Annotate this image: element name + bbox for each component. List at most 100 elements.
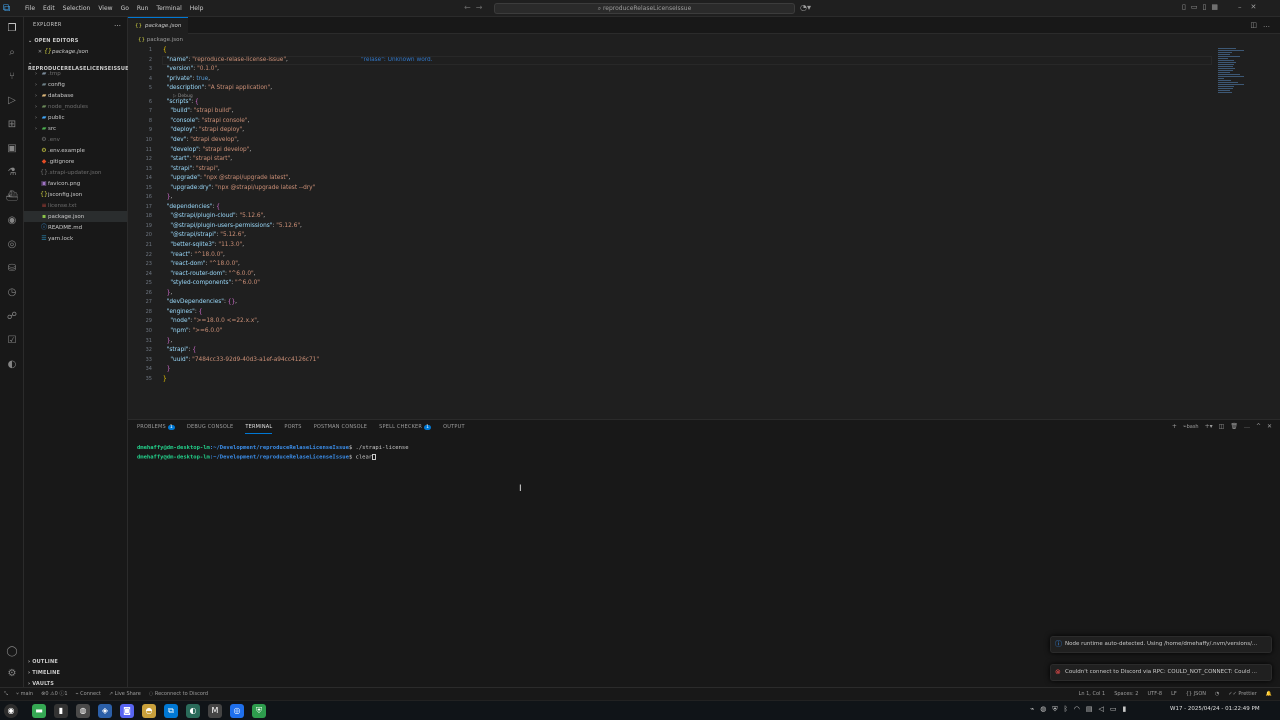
menu-file[interactable]: File bbox=[21, 0, 39, 17]
menu-run[interactable]: Run bbox=[133, 0, 153, 17]
tree-file-yarn-lock[interactable]: ☰yarn.lock bbox=[24, 233, 127, 244]
tab-spell-checker[interactable]: SPELL CHECKER 1 bbox=[379, 424, 432, 434]
shield-app-icon[interactable]: ⛨ bbox=[252, 704, 266, 718]
tab-problems[interactable]: PROBLEMS 1 bbox=[137, 424, 175, 434]
files-app-icon[interactable]: ▬ bbox=[32, 704, 46, 718]
customize-layout-icon[interactable]: ▦ bbox=[1211, 3, 1218, 11]
postman-icon[interactable]: ◎ bbox=[5, 238, 19, 252]
problems-status[interactable]: ⊗0 ⚠0 ⓘ1 bbox=[41, 688, 67, 700]
sync-app-icon[interactable]: ◎ bbox=[230, 704, 244, 718]
maximize-panel-icon[interactable]: ^ bbox=[1256, 423, 1261, 430]
prettier-status[interactable]: ✓✓ Prettier bbox=[1228, 688, 1256, 700]
command-center[interactable]: ⌕ reproduceRelaseLicenseIssue bbox=[494, 3, 795, 14]
testing-icon[interactable]: ⚗ bbox=[5, 166, 19, 180]
more-actions-icon[interactable]: … bbox=[1263, 21, 1270, 29]
tray-chrome-icon[interactable]: ◍ bbox=[1040, 705, 1046, 714]
source-control-icon[interactable]: ⑂ bbox=[5, 70, 19, 84]
language-mode[interactable]: {} JSON bbox=[1186, 688, 1206, 700]
minimap[interactable] bbox=[1218, 48, 1248, 98]
close-window-icon[interactable]: ✕ bbox=[1251, 3, 1257, 11]
arrow-left-icon[interactable]: ← bbox=[464, 3, 471, 12]
tab-ports[interactable]: PORTS bbox=[284, 424, 301, 434]
globe-app-icon[interactable]: ◐ bbox=[186, 704, 200, 718]
tray-clipboard-icon[interactable]: ▤ bbox=[1086, 705, 1093, 714]
menu-edit[interactable]: Edit bbox=[39, 0, 59, 17]
tab-postman-console[interactable]: POSTMAN CONSOLE bbox=[314, 424, 367, 434]
search-icon[interactable]: ⌕ bbox=[5, 46, 19, 60]
tree-folder-tmp[interactable]: › ▰ .tmp bbox=[24, 68, 127, 79]
discord-status[interactable]: ◌ Reconnect to Discord bbox=[149, 688, 208, 700]
more-actions-icon[interactable]: … bbox=[1244, 423, 1250, 430]
tree-folder-src[interactable]: › ▰ src bbox=[24, 123, 127, 134]
terminal-shell-selector[interactable]: ⌁bash bbox=[1183, 423, 1199, 430]
toggle-panel-icon[interactable]: ▭ bbox=[1191, 3, 1198, 11]
nav-back-forward[interactable]: ← → bbox=[464, 3, 483, 12]
tree-file-favicon[interactable]: ▣favicon.png bbox=[24, 178, 127, 189]
menu-view[interactable]: View bbox=[94, 0, 116, 17]
remote-explorer-icon[interactable]: ▣ bbox=[5, 142, 19, 156]
tree-folder-node-modules[interactable]: › ▰ node_modules bbox=[24, 101, 127, 112]
menu-help[interactable]: Help bbox=[186, 0, 208, 17]
copilot-status-icon[interactable]: ◔ bbox=[1215, 688, 1219, 700]
tree-file-package-json[interactable]: ▪ package.json bbox=[24, 211, 127, 222]
tree-file-license[interactable]: ≡license.txt bbox=[24, 200, 127, 211]
remote-indicator-icon[interactable]: ⤡ bbox=[4, 688, 8, 700]
chat-icon[interactable]: ◐ bbox=[5, 358, 19, 372]
settings-gear-icon[interactable]: ⚙ bbox=[5, 667, 19, 681]
tree-file-env[interactable]: ⚙.env bbox=[24, 134, 127, 145]
discord-app-icon[interactable]: ◙ bbox=[120, 704, 134, 718]
toggle-sidebar-icon[interactable]: ▯ bbox=[1182, 3, 1186, 11]
arrow-right-icon[interactable]: → bbox=[476, 3, 483, 12]
live-share-status[interactable]: ↗ Live Share bbox=[109, 688, 141, 700]
line-ending[interactable]: LF bbox=[1171, 688, 1177, 700]
account-icon[interactable]: ◯ bbox=[5, 645, 19, 659]
breadcrumb[interactable]: {} package.json bbox=[128, 34, 1280, 46]
chrome-app-icon[interactable]: ◍ bbox=[76, 704, 90, 718]
cursor-position[interactable]: Ln 1, Col 1 bbox=[1079, 688, 1106, 700]
notes-app-icon[interactable]: M bbox=[208, 704, 222, 718]
tree-folder-public[interactable]: › ▰ public bbox=[24, 112, 127, 123]
split-terminal-icon[interactable]: ◫ bbox=[1219, 423, 1225, 430]
add-terminal-icon[interactable]: +▾ bbox=[1205, 423, 1213, 430]
notifications-bell-icon[interactable]: 🔔 bbox=[1266, 688, 1272, 700]
gitlens-icon[interactable]: ☍ bbox=[5, 310, 19, 324]
code-editor[interactable]: 1 {2 "name": "reproduce-relase-license-is… bbox=[128, 46, 1280, 419]
connect-status[interactable]: ⌁ Connect bbox=[76, 688, 101, 700]
tree-folder-database[interactable]: › ▰ database bbox=[24, 90, 127, 101]
open-editors-header[interactable]: ⌄ OPEN EDITORS bbox=[28, 38, 79, 44]
close-icon[interactable]: ✕ bbox=[36, 47, 44, 57]
tree-file-jsconfig[interactable]: {}jsconfig.json bbox=[24, 189, 127, 200]
debug-codelens[interactable]: ▷ Debug bbox=[173, 94, 193, 99]
notification-error[interactable]: ⊗ Couldn't connect to Discord via RPC: CO… bbox=[1050, 664, 1272, 681]
tree-file-strapi-updater[interactable]: {}.strapi-updater.json bbox=[24, 167, 127, 178]
start-menu-icon[interactable]: ◉ bbox=[4, 704, 18, 718]
more-actions-icon[interactable]: … bbox=[114, 20, 121, 28]
copilot-icon[interactable]: ◔▾ bbox=[800, 3, 811, 12]
extensions-icon[interactable]: ⊞ bbox=[5, 118, 19, 132]
tray-display-icon[interactable]: ▭ bbox=[1110, 705, 1117, 714]
tray-bluetooth-icon[interactable]: ᛒ bbox=[1064, 705, 1068, 714]
tray-volume-icon[interactable]: ◁ bbox=[1099, 705, 1104, 714]
toggle-secondary-sidebar-icon[interactable]: ▯ bbox=[1202, 3, 1206, 11]
menu-go[interactable]: Go bbox=[117, 0, 133, 17]
gimp-app-icon[interactable]: ◓ bbox=[142, 704, 156, 718]
tree-file-env-example[interactable]: ⚙.env.example bbox=[24, 145, 127, 156]
close-panel-icon[interactable]: ✕ bbox=[1267, 423, 1272, 430]
tab-package-json[interactable]: {} package.json bbox=[128, 17, 188, 34]
trash-icon[interactable]: 🗑 bbox=[1230, 423, 1238, 430]
tray-network-icon[interactable]: ⌁ bbox=[1030, 705, 1034, 714]
timeline-header[interactable]: › TIMELINE bbox=[28, 670, 60, 676]
tab-debug-console[interactable]: DEBUG CONSOLE bbox=[187, 424, 233, 434]
branch-status[interactable]: ⑂ main bbox=[16, 688, 33, 700]
browser-app-icon[interactable]: ◈ bbox=[98, 704, 112, 718]
tray-battery-icon[interactable]: ▮ bbox=[1123, 705, 1127, 714]
database-icon[interactable]: ⛁ bbox=[5, 262, 19, 276]
terminal-app-icon[interactable]: ▮ bbox=[54, 704, 68, 718]
timer-icon[interactable]: ◷ bbox=[5, 286, 19, 300]
notification-info[interactable]: ⓘ Node runtime auto-detected. Using /home… bbox=[1050, 636, 1272, 653]
encoding[interactable]: UTF-8 bbox=[1147, 688, 1162, 700]
split-editor-icon[interactable]: ◫ bbox=[1250, 21, 1257, 29]
menu-terminal[interactable]: Terminal bbox=[152, 0, 185, 17]
new-terminal-icon[interactable]: + bbox=[1172, 423, 1177, 430]
taskbar-clock[interactable]: W17 - 2025/04/24 - 01:22:49 PM bbox=[1170, 706, 1260, 712]
